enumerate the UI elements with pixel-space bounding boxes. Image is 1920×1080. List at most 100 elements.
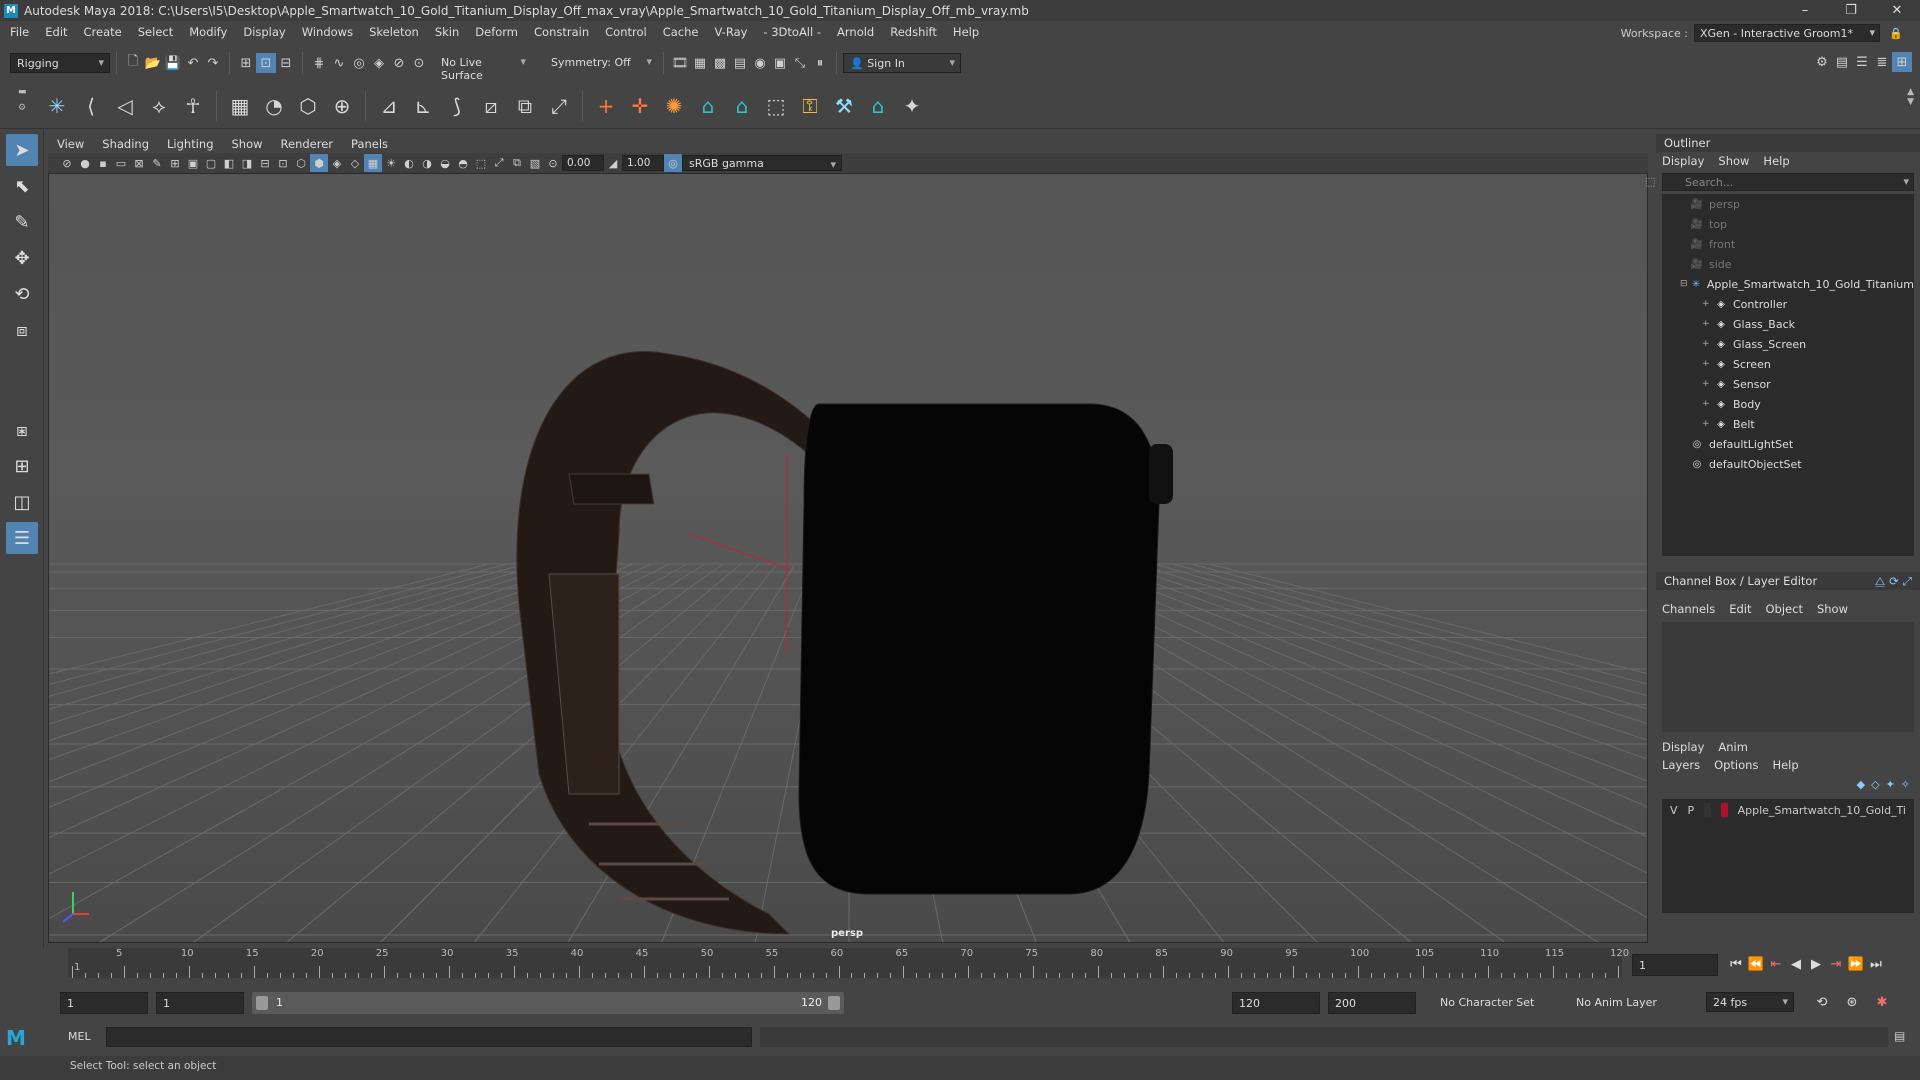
wireframe-on-shaded-icon[interactable]: ◈ bbox=[328, 154, 346, 172]
outliner-menu-2[interactable]: Help bbox=[1763, 154, 1789, 168]
expand-icon[interactable]: + bbox=[1702, 299, 1712, 309]
anti-aliasing-icon[interactable]: ◓ bbox=[454, 154, 472, 172]
xray-icon[interactable]: ◇ bbox=[346, 154, 364, 172]
isolate-select-icon[interactable]: ⬚ bbox=[472, 154, 490, 172]
perspective-viewport[interactable]: persp bbox=[48, 173, 1648, 943]
image-plane-icon[interactable]: ▭ bbox=[112, 154, 130, 172]
layer-list[interactable]: V P Apple_Smartwatch_10_Gold_Ti bbox=[1662, 799, 1914, 913]
expand-icon[interactable]: + bbox=[1702, 339, 1712, 349]
channel-box-layout-icon[interactable]: ⧋ bbox=[1875, 574, 1885, 589]
expand-icon[interactable]: + bbox=[1702, 379, 1712, 389]
menu-item-0[interactable]: File bbox=[2, 25, 37, 39]
lock-icon[interactable]: 🔒 bbox=[1886, 23, 1906, 43]
menu-item-13[interactable]: V-Ray bbox=[706, 25, 755, 39]
interactive-skin-icon[interactable]: ⊾ bbox=[408, 91, 438, 121]
render-settings-icon[interactable]: ▤ bbox=[730, 53, 750, 73]
outliner-menu-0[interactable]: Display bbox=[1662, 154, 1704, 168]
new-layer-selected-icon[interactable]: ✧ bbox=[1901, 778, 1910, 791]
channel-box-menu-1[interactable]: Edit bbox=[1729, 602, 1751, 616]
motion-blur-icon[interactable]: ◒ bbox=[436, 154, 454, 172]
menu-item-8[interactable]: Skin bbox=[427, 25, 467, 39]
outliner-item[interactable]: + ◈ Belt bbox=[1662, 414, 1914, 434]
snap-curve-icon[interactable]: ∿ bbox=[329, 53, 349, 73]
outliner-item[interactable]: + ◈ Sensor bbox=[1662, 374, 1914, 394]
symmetry-dropdown[interactable]: Symmetry: Off bbox=[545, 53, 657, 73]
ik-spline-icon[interactable]: ◁ bbox=[110, 91, 140, 121]
viewport-menu-4[interactable]: Renderer bbox=[272, 137, 343, 151]
shelf-settings-icon[interactable]: ⚙ bbox=[18, 103, 27, 113]
four-view-layout-icon[interactable]: ⊞ bbox=[6, 450, 38, 482]
scale-constraint-icon[interactable]: ⌂ bbox=[693, 91, 723, 121]
menu-item-4[interactable]: Modify bbox=[181, 25, 235, 39]
timeline-ticks[interactable]: 1 5 10 15 20 25 30 35 40 45 50 55 60 65 70 75 80 85 90 95 10… bbox=[68, 948, 1629, 978]
menu-item-1[interactable]: Edit bbox=[37, 25, 75, 39]
search-options-icon[interactable]: ⬚ bbox=[1645, 175, 1655, 188]
move-layer-up-icon[interactable]: ◆ bbox=[1857, 778, 1865, 791]
smooth-shade-icon[interactable]: ⬢ bbox=[310, 154, 328, 172]
graph-editor-icon[interactable]: ⌂ bbox=[863, 91, 893, 121]
menu-item-5[interactable]: Display bbox=[235, 25, 293, 39]
vray-ipr-icon[interactable]: ⤡ bbox=[790, 53, 810, 73]
layer-menu-0[interactable]: Layers bbox=[1662, 758, 1700, 772]
script-editor-icon[interactable]: ▤ bbox=[1894, 1029, 1905, 1043]
step-forward-frame-icon[interactable]: ⇥ bbox=[1826, 954, 1846, 974]
layer-tab-1[interactable]: Anim bbox=[1718, 740, 1748, 754]
select-object-icon[interactable]: ⊡ bbox=[256, 53, 276, 73]
use-all-lights-icon[interactable]: ☀ bbox=[382, 154, 400, 172]
range-slider[interactable]: 1 120 bbox=[252, 992, 844, 1014]
sculpt-deformer-icon[interactable]: ◔ bbox=[259, 91, 289, 121]
playback-end-field[interactable]: 120 bbox=[1232, 992, 1320, 1014]
ambient-occlusion-icon[interactable]: ◑ bbox=[418, 154, 436, 172]
gate-mask-icon[interactable]: ◧ bbox=[220, 154, 238, 172]
open-scene-icon[interactable]: 📂 bbox=[143, 53, 163, 73]
two-d-pan-icon[interactable]: ⊠ bbox=[130, 154, 148, 172]
copy-weights-icon[interactable]: ⧉ bbox=[510, 91, 540, 121]
shelf-tab-handle-icon[interactable]: ▬ bbox=[18, 87, 27, 97]
outliner-item[interactable]: ⊟ ✳ Apple_Smartwatch_10_Gold_Titanium bbox=[1662, 274, 1914, 294]
outliner-search-input[interactable]: ⬚ Search... ▾ bbox=[1645, 173, 1914, 191]
undo-icon[interactable]: ↶ bbox=[183, 53, 203, 73]
channel-box-float-icon[interactable]: ⤢ bbox=[1903, 574, 1912, 589]
bind-skin-icon[interactable]: ⊿ bbox=[374, 91, 404, 121]
xray-active-components-icon[interactable]: ⧉ bbox=[508, 154, 526, 172]
attribute-editor-icon[interactable]: ▤ bbox=[1832, 52, 1852, 72]
expand-icon[interactable]: + bbox=[1702, 359, 1712, 369]
layer-color-swatch[interactable] bbox=[1720, 803, 1728, 817]
new-layer-icon[interactable]: ✦ bbox=[1886, 778, 1895, 791]
grid-toggle-icon[interactable]: ⊞ bbox=[166, 154, 184, 172]
resolution-gate-icon[interactable]: ▢ bbox=[202, 154, 220, 172]
step-back-key-icon[interactable]: ⏪ bbox=[1746, 954, 1766, 974]
modeling-toolkit-icon[interactable]: ⚙ bbox=[1812, 52, 1832, 72]
command-input[interactable] bbox=[106, 1027, 752, 1047]
scale-tool-icon[interactable]: ⧈ bbox=[6, 314, 38, 346]
character-set-dropdown[interactable]: No Character Set bbox=[1440, 996, 1534, 1009]
select-component-icon[interactable]: ⊟ bbox=[276, 53, 296, 73]
menu-item-11[interactable]: Control bbox=[597, 25, 655, 39]
joint-tool-icon[interactable]: ✳ bbox=[42, 91, 72, 121]
outliner-layout-icon[interactable]: ☰ bbox=[6, 522, 38, 554]
new-scene-icon[interactable]: 🗋 bbox=[123, 53, 143, 73]
channel-box-area[interactable] bbox=[1662, 622, 1914, 732]
viewport-menu-0[interactable]: View bbox=[48, 137, 93, 151]
outliner-item[interactable]: 🎥 side bbox=[1662, 254, 1914, 274]
animation-end-field[interactable]: 200 bbox=[1328, 992, 1416, 1014]
outliner-item[interactable]: + ◈ Glass_Screen bbox=[1662, 334, 1914, 354]
close-button[interactable]: ✕ bbox=[1874, 0, 1920, 21]
layer-menu-1[interactable]: Options bbox=[1714, 758, 1758, 772]
outliner-item[interactable]: ◎ defaultObjectSet bbox=[1662, 454, 1914, 474]
range-start-handle[interactable] bbox=[256, 996, 268, 1010]
field-chart-icon[interactable]: ◨ bbox=[238, 154, 256, 172]
outliner-menu-1[interactable]: Show bbox=[1718, 154, 1749, 168]
wireframe-icon[interactable]: ⬡ bbox=[292, 154, 310, 172]
channel-box-menu-2[interactable]: Object bbox=[1766, 602, 1803, 616]
redo-icon[interactable]: ↷ bbox=[203, 53, 223, 73]
lattice-icon[interactable]: ▦ bbox=[225, 91, 255, 121]
animation-start-field[interactable]: 1 bbox=[60, 992, 148, 1014]
layer-tab-0[interactable]: Display bbox=[1662, 740, 1704, 754]
search-dropdown-icon[interactable]: ▾ bbox=[1903, 175, 1909, 188]
outliner-item[interactable]: 🎥 persp bbox=[1662, 194, 1914, 214]
collapse-icon[interactable]: ⊟ bbox=[1680, 279, 1688, 289]
move-layer-down-icon[interactable]: ◇ bbox=[1871, 778, 1879, 791]
key-tangents-icon[interactable]: ⚒ bbox=[829, 91, 859, 121]
loop-icon[interactable]: ⟲ bbox=[1812, 992, 1832, 1012]
